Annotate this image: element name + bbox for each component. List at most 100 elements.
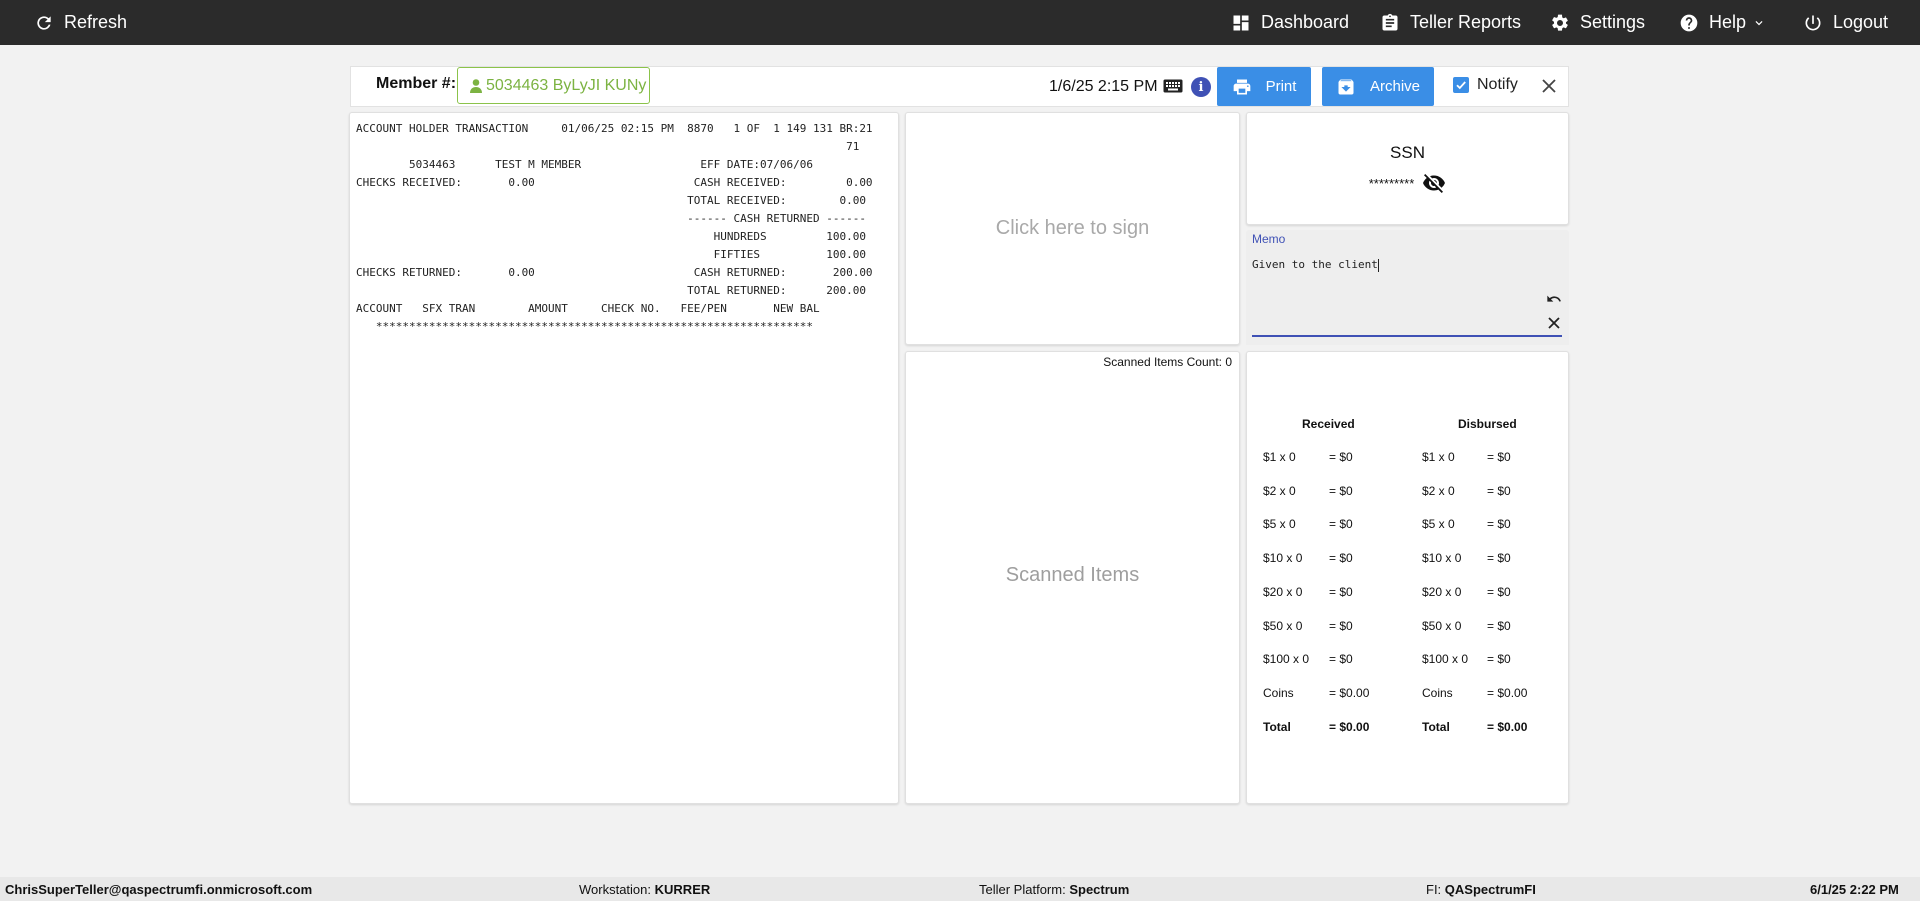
scanned-items-panel: Scanned Items Count: 0 Scanned Items — [905, 351, 1240, 804]
logout-button[interactable]: Logout — [1803, 0, 1888, 45]
receipt-line: ****************************************… — [356, 320, 813, 333]
footer-workstation: Workstation: KURRER — [579, 882, 710, 897]
disbursed-amount: = $0 — [1487, 551, 1511, 565]
archive-icon — [1338, 78, 1354, 94]
transaction-datetime: 1/6/25 2:15 PM — [1049, 78, 1158, 95]
workstation-label: Workstation: — [579, 882, 652, 897]
disbursed-amount: = $0.00 — [1487, 720, 1528, 734]
cash-breakdown-panel: Received Disbursed $1 x 0 = $0 $2 x 0 = $0 $… — [1246, 351, 1569, 804]
disbursed-amount: = $0 — [1487, 619, 1511, 633]
signature-pad[interactable]: Click here to sign — [905, 112, 1240, 345]
disbursed-amount: = $0 — [1487, 652, 1511, 666]
member-number-value: 5034463 ByLyJI KUNy — [486, 76, 647, 94]
memo-input[interactable]: Given to the client — [1252, 258, 1379, 272]
notify-label: Notify — [1477, 76, 1518, 93]
print-label: Print — [1265, 78, 1297, 95]
fi-label: FI: — [1426, 882, 1442, 897]
received-amount: = $0 — [1329, 652, 1353, 666]
disbursed-header: Disbursed — [1458, 417, 1517, 431]
footer-platform: Teller Platform: Spectrum — [979, 882, 1129, 897]
member-chip[interactable]: 5034463 ByLyJI KUNy — [457, 67, 650, 104]
dashboard-icon — [1233, 15, 1249, 30]
disbursed-denomination: $10 x 0 — [1422, 551, 1462, 565]
logout-label: Logout — [1833, 12, 1889, 32]
refresh-label: Refresh — [64, 12, 128, 32]
print-button[interactable]: Print — [1217, 67, 1311, 106]
disbursed-amount: = $0 — [1487, 450, 1511, 464]
received-amount: = $0.00 — [1329, 686, 1370, 700]
receipt-line: ------ CASH RETURNED ------ — [356, 212, 866, 225]
nav-teller-reports[interactable]: Teller Reports — [1380, 0, 1521, 45]
received-denomination: $2 x 0 — [1263, 484, 1296, 498]
memo-field[interactable]: Memo Given to the client — [1246, 230, 1569, 345]
footer-user: ChrisSuperTeller@qaspectrumfi.onmicrosof… — [5, 882, 313, 897]
receipt-line: ACCOUNT SFX TRAN AMOUNT CHECK NO. FEE/PE… — [356, 302, 820, 315]
notify-checkbox[interactable]: Notify — [1453, 76, 1518, 94]
settings-label: Settings — [1580, 12, 1646, 32]
eye-off-icon[interactable] — [1422, 171, 1446, 195]
received-amount: = $0 — [1329, 484, 1353, 498]
received-denomination: Coins — [1263, 686, 1294, 700]
nav-settings[interactable]: Settings — [1550, 0, 1645, 45]
received-amount: = $0.00 — [1329, 720, 1370, 734]
undo-icon[interactable] — [1546, 291, 1562, 307]
info-icon[interactable]: i — [1191, 77, 1211, 97]
help-icon — [1680, 14, 1698, 31]
disbursed-amount: = $0.00 — [1487, 686, 1528, 700]
received-amount: = $0 — [1329, 551, 1353, 565]
ssn-masked-value: ********* — [1368, 175, 1415, 191]
clear-icon[interactable] — [1547, 316, 1561, 330]
receipt-line: TOTAL RECEIVED: 0.00 — [356, 194, 866, 207]
ssn-panel: SSN ********* — [1246, 112, 1569, 225]
archive-button[interactable]: Archive — [1322, 67, 1434, 106]
received-denomination: $100 x 0 — [1263, 652, 1310, 666]
workstation-value: KURRER — [654, 882, 711, 897]
received-amount: = $0 — [1329, 585, 1353, 599]
platform-label: Teller Platform: — [979, 882, 1066, 897]
refresh-button[interactable]: Refresh — [34, 0, 127, 45]
nav-help-menu[interactable]: Help — [1679, 0, 1766, 45]
received-header: Received — [1302, 417, 1355, 431]
checkbox-checked-icon — [1453, 77, 1469, 93]
member-number-label: Member #: — [376, 75, 457, 92]
disbursed-denomination: $20 x 0 — [1422, 585, 1462, 599]
teller-reports-label: Teller Reports — [1410, 12, 1522, 32]
receipt-line: HUNDREDS 100.00 — [356, 230, 866, 243]
receipt-lines: ACCOUNT HOLDER TRANSACTION 01/06/25 02:1… — [356, 120, 892, 336]
transaction-header: Member #: 5034463 ByLyJI KUNy 1/6/25 2:1… — [350, 66, 1569, 107]
footer-datetime: 6/1/25 2:22 PM — [1810, 882, 1899, 897]
close-icon[interactable] — [1540, 77, 1558, 95]
memo-label: Memo — [1252, 232, 1286, 246]
receipt-preview: ACCOUNT HOLDER TRANSACTION 01/06/25 02:1… — [349, 112, 899, 804]
scanned-items-label: Scanned Items — [1005, 564, 1140, 586]
disbursed-denomination: $100 x 0 — [1422, 652, 1469, 666]
ssn-title: SSN — [1390, 143, 1425, 162]
receipt-line: 5034463 TEST M MEMBER EFF DATE:07/06/06 — [356, 158, 813, 171]
signature-prompt: Click here to sign — [995, 217, 1150, 239]
clipboard-icon — [1382, 13, 1398, 31]
received-denomination: $1 x 0 — [1263, 450, 1296, 464]
user-icon — [470, 78, 482, 93]
receipt-line: FIFTIES 100.00 — [356, 248, 866, 261]
received-denomination: $20 x 0 — [1263, 585, 1303, 599]
received-denomination: Total — [1263, 720, 1291, 734]
archive-label: Archive — [1369, 78, 1421, 95]
receipt-line: ACCOUNT HOLDER TRANSACTION 01/06/25 02:1… — [356, 122, 873, 135]
footer-fi: FI: QASpectrumFI — [1426, 882, 1536, 897]
gear-icon — [1552, 14, 1568, 31]
received-denomination: $50 x 0 — [1263, 619, 1303, 633]
keyboard-icon[interactable] — [1163, 79, 1183, 93]
disbursed-denomination: Total — [1422, 720, 1450, 734]
power-icon — [1805, 15, 1821, 30]
nav-dashboard[interactable]: Dashboard — [1231, 0, 1349, 45]
refresh-icon — [37, 15, 51, 30]
disbursed-denomination: $1 x 0 — [1422, 450, 1455, 464]
received-amount: = $0 — [1329, 619, 1353, 633]
receipt-line: 71 — [356, 140, 860, 153]
disbursed-denomination: $5 x 0 — [1422, 517, 1455, 531]
received-denomination: $5 x 0 — [1263, 517, 1296, 531]
printer-icon — [1233, 79, 1250, 94]
memo-value: Given to the client — [1252, 258, 1378, 271]
memo-underline — [1252, 335, 1562, 337]
disbursed-denomination: $2 x 0 — [1422, 484, 1455, 498]
